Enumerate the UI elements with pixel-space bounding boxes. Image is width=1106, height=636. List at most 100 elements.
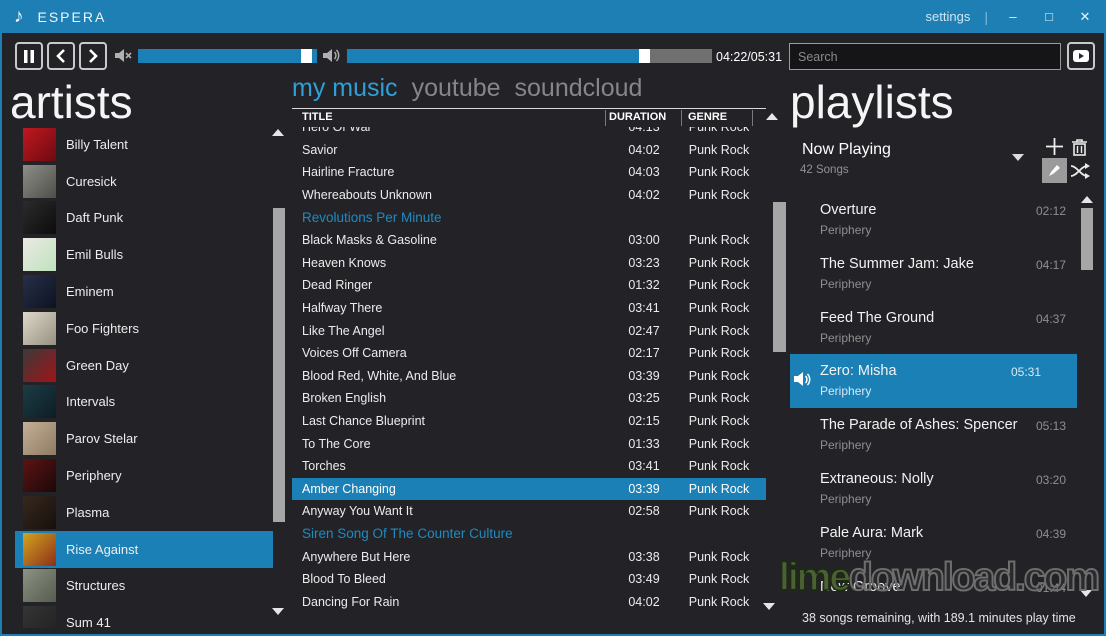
artist-row[interactable]: Plasma bbox=[15, 494, 273, 531]
volume-icon[interactable] bbox=[323, 48, 341, 63]
song-duration: 01:32 bbox=[605, 278, 683, 292]
track-duration: 03:20 bbox=[1036, 473, 1066, 487]
title-bar: ♪ ESPERA settings | – □ ✕ bbox=[2, 0, 1106, 33]
playlist-track[interactable]: Extraneous: Nolly03:20Periphery bbox=[790, 462, 1102, 516]
song-genre: Punk Rock bbox=[683, 127, 755, 134]
album-header-row[interactable]: Siren Song Of The Counter Culture bbox=[292, 523, 766, 546]
playlist-track[interactable]: Zero: Misha05:31Periphery bbox=[790, 354, 1077, 408]
volume-slider[interactable] bbox=[138, 49, 317, 63]
artist-row[interactable]: Emil Bulls bbox=[15, 236, 273, 273]
playlist-track[interactable]: New Groove01:44 bbox=[790, 570, 1102, 600]
song-row[interactable]: Black Masks & Gasoline03:00Punk Rock bbox=[292, 229, 766, 252]
search-input[interactable] bbox=[789, 43, 1061, 70]
previous-button[interactable] bbox=[47, 42, 75, 70]
artist-row[interactable]: Parov Stelar bbox=[15, 420, 273, 457]
song-row[interactable]: Whereabouts Unknown04:02Punk Rock bbox=[292, 184, 766, 207]
artists-scroll-down[interactable] bbox=[272, 608, 284, 615]
song-row[interactable]: Halfway There03:41Punk Rock bbox=[292, 297, 766, 320]
song-row[interactable]: Blood To Bleed03:49Punk Rock bbox=[292, 568, 766, 591]
songs-scroll-down[interactable] bbox=[763, 603, 775, 610]
playlist-scrollbar-thumb[interactable] bbox=[1081, 208, 1093, 270]
tab-youtube[interactable]: youtube bbox=[412, 74, 501, 103]
song-title: Blood To Bleed bbox=[292, 572, 605, 586]
shuffle-button[interactable] bbox=[1070, 163, 1090, 179]
song-row[interactable]: Heaven Knows03:23Punk Rock bbox=[292, 252, 766, 275]
next-button[interactable] bbox=[79, 42, 107, 70]
song-row[interactable]: Blood Red, White, And Blue03:39Punk Rock bbox=[292, 365, 766, 388]
track-artist: Periphery bbox=[820, 492, 1068, 506]
song-row[interactable]: Voices Off Camera02:17Punk Rock bbox=[292, 342, 766, 365]
song-row[interactable]: Anywhere But Here03:38Punk Rock bbox=[292, 545, 766, 568]
artist-row[interactable]: Foo Fighters bbox=[15, 310, 273, 347]
artist-row[interactable]: Sum 41 bbox=[15, 604, 273, 628]
artist-name: Emil Bulls bbox=[66, 247, 123, 262]
artist-name: Billy Talent bbox=[66, 137, 128, 152]
song-duration: 03:41 bbox=[605, 301, 683, 315]
edit-playlist-button[interactable] bbox=[1042, 158, 1067, 183]
song-row[interactable]: Amber Changing03:39Punk Rock bbox=[292, 478, 766, 501]
song-title: Anywhere But Here bbox=[292, 550, 605, 564]
close-button[interactable]: ✕ bbox=[1074, 9, 1096, 25]
playlist-track[interactable]: The Summer Jam: Jake04:17Periphery bbox=[790, 247, 1102, 301]
track-title: Overture bbox=[820, 202, 1068, 218]
artists-header: artists bbox=[10, 78, 288, 126]
artist-row[interactable]: Curesick bbox=[15, 163, 273, 200]
song-row[interactable]: Torches03:41Punk Rock bbox=[292, 455, 766, 478]
delete-playlist-button[interactable] bbox=[1071, 138, 1088, 156]
songs-scroll-up[interactable] bbox=[766, 113, 778, 120]
pause-button[interactable] bbox=[15, 42, 43, 70]
artist-name: Daft Punk bbox=[66, 210, 123, 225]
tab-my-music[interactable]: my music bbox=[292, 74, 398, 103]
mute-icon[interactable] bbox=[115, 48, 132, 63]
playlist-scroll-down[interactable] bbox=[1080, 590, 1092, 597]
song-duration: 02:58 bbox=[605, 504, 683, 518]
artist-row[interactable]: Intervals bbox=[15, 384, 273, 421]
song-genre: Punk Rock bbox=[683, 324, 755, 338]
tab-soundcloud[interactable]: soundcloud bbox=[515, 74, 643, 103]
artist-row[interactable]: Periphery bbox=[15, 457, 273, 494]
chevron-down-icon[interactable] bbox=[1012, 154, 1024, 161]
song-row[interactable]: Hero Of War04:13Punk Rock bbox=[292, 127, 766, 139]
song-genre: Punk Rock bbox=[683, 459, 755, 473]
song-row[interactable]: Anyway You Want It02:58Punk Rock bbox=[292, 500, 766, 523]
playlist-track[interactable]: Feed The Ground04:37Periphery bbox=[790, 301, 1102, 355]
volume-thumb[interactable] bbox=[301, 49, 312, 63]
pencil-icon bbox=[1047, 163, 1062, 178]
album-header-row[interactable]: Revolutions Per Minute bbox=[292, 206, 766, 229]
artist-row[interactable]: Billy Talent bbox=[15, 126, 273, 163]
song-row[interactable]: Dancing For Rain04:02Punk Rock bbox=[292, 590, 766, 613]
youtube-button[interactable] bbox=[1067, 42, 1095, 70]
artist-row[interactable]: Green Day bbox=[15, 347, 273, 384]
playlist-selector[interactable]: Now Playing bbox=[802, 141, 891, 159]
song-row[interactable]: To The Core01:33Punk Rock bbox=[292, 432, 766, 455]
music-note-icon: ♪ bbox=[14, 7, 24, 26]
playlist-track[interactable]: Pale Aura: Mark04:39Periphery bbox=[790, 516, 1102, 570]
artists-scrollbar-thumb[interactable] bbox=[273, 208, 285, 522]
artist-row[interactable]: Structures bbox=[15, 568, 273, 605]
artist-row[interactable]: Eminem bbox=[15, 273, 273, 310]
progress-thumb[interactable] bbox=[639, 49, 650, 63]
progress-slider[interactable] bbox=[347, 49, 712, 63]
minimize-button[interactable]: – bbox=[1002, 9, 1024, 24]
playlist-track[interactable]: The Parade of Ashes: Spencer05:13Periphe… bbox=[790, 408, 1102, 462]
song-row[interactable]: Like The Angel02:47Punk Rock bbox=[292, 319, 766, 342]
playlist-track[interactable]: Overture02:12Periphery bbox=[790, 193, 1102, 247]
add-playlist-button[interactable] bbox=[1045, 137, 1064, 156]
song-row[interactable]: Broken English03:25Punk Rock bbox=[292, 387, 766, 410]
artist-name: Rise Against bbox=[66, 542, 138, 557]
playlist-scroll-up[interactable] bbox=[1081, 196, 1093, 203]
settings-button[interactable]: settings bbox=[926, 9, 971, 24]
track-title: Feed The Ground bbox=[820, 310, 1068, 326]
maximize-button[interactable]: □ bbox=[1038, 9, 1060, 24]
song-row[interactable]: Hairline Fracture04:03Punk Rock bbox=[292, 161, 766, 184]
song-genre: Punk Rock bbox=[683, 437, 755, 451]
artists-scroll-up[interactable] bbox=[272, 129, 284, 136]
song-duration: 04:02 bbox=[605, 188, 683, 202]
app-title: ESPERA bbox=[38, 9, 107, 25]
song-row[interactable]: Savior04:02Punk Rock bbox=[292, 139, 766, 162]
artist-row[interactable]: Rise Against bbox=[15, 531, 273, 568]
songs-scrollbar-thumb[interactable] bbox=[773, 202, 786, 352]
song-row[interactable]: Dead Ringer01:32Punk Rock bbox=[292, 274, 766, 297]
artist-row[interactable]: Daft Punk bbox=[15, 200, 273, 237]
song-row[interactable]: Last Chance Blueprint02:15Punk Rock bbox=[292, 410, 766, 433]
